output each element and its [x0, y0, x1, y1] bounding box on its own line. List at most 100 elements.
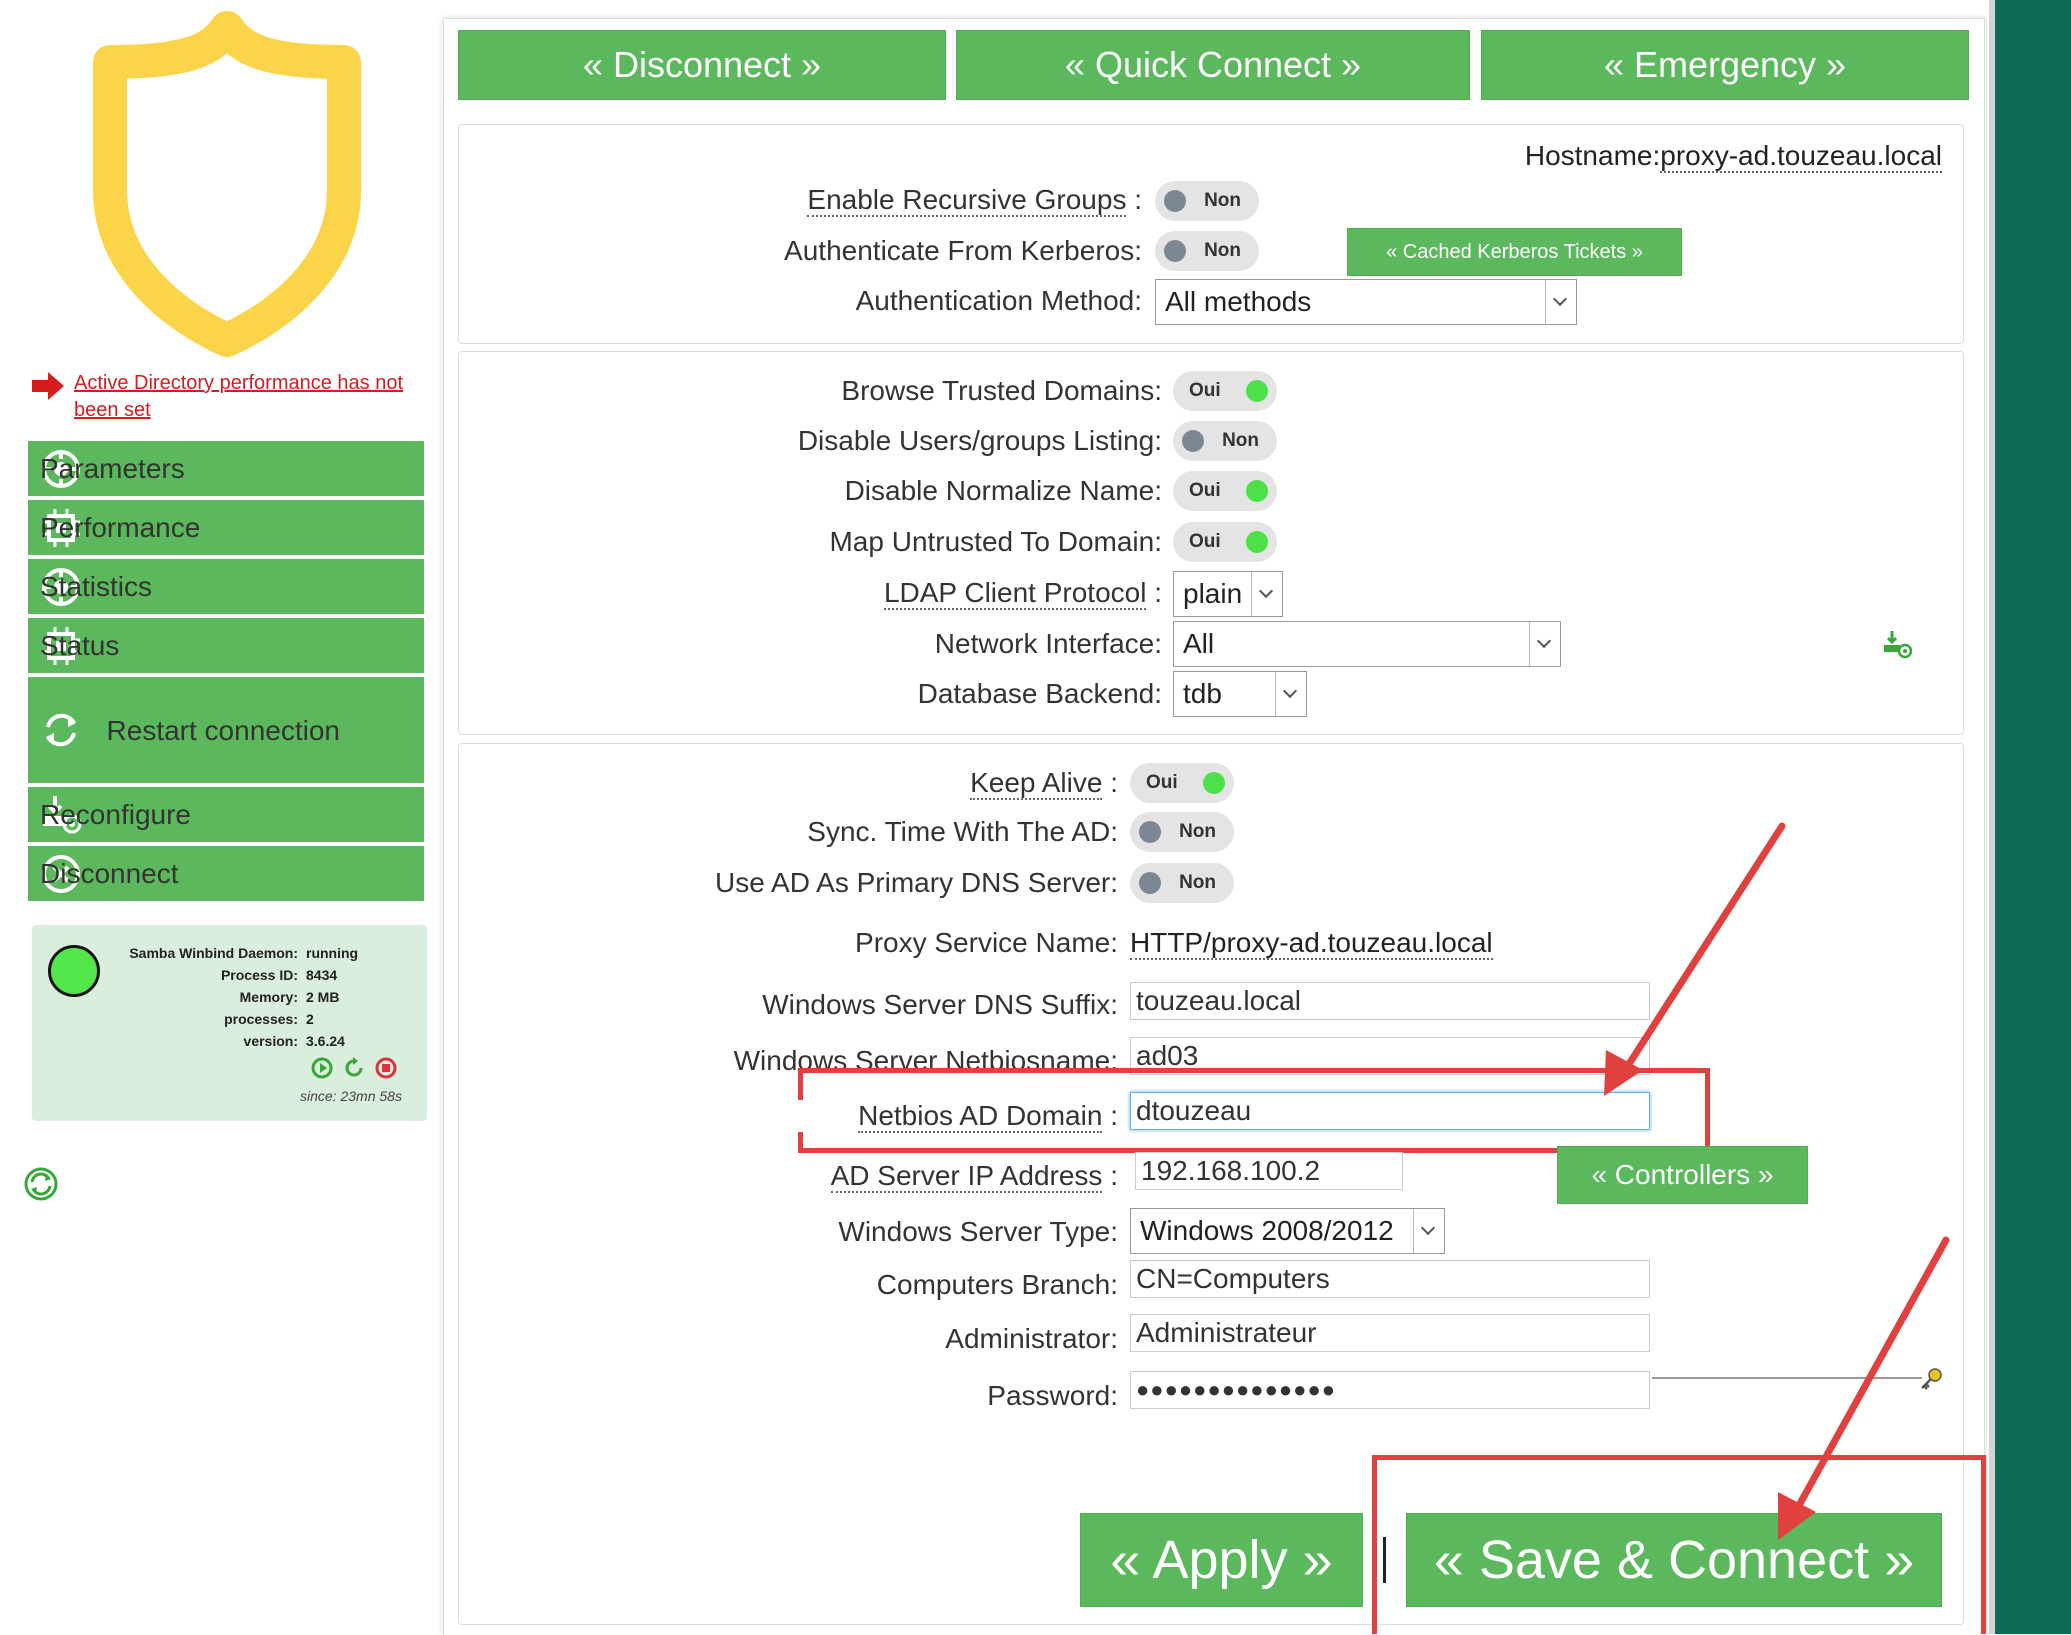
status-daemon-value: running — [306, 945, 359, 961]
disconnect-button[interactable]: « Disconnect » — [458, 30, 946, 100]
auth-method-value: All methods — [1165, 286, 1312, 317]
hostname-label: Hostname: — [1524, 140, 1661, 171]
map-untrusted-label: Map Untrusted To Domain: — [829, 526, 1162, 557]
toggle-label: Non — [1222, 430, 1259, 451]
status-daemon-label: Samba Winbind Daemon: — [129, 945, 298, 961]
browse-trusted-label: Browse Trusted Domains: — [841, 375, 1162, 406]
auth-method-select[interactable]: All methods — [1155, 279, 1577, 325]
status-values: running 8434 2 MB 2 3.6.24 — [306, 945, 416, 1055]
auth-kerberos-toggle[interactable]: Non — [1155, 231, 1259, 271]
warning-arrow-icon — [32, 372, 64, 400]
toggle-knob — [1182, 430, 1204, 452]
toggle-knob — [1246, 531, 1268, 553]
toggle-knob — [1139, 872, 1161, 894]
disable-listing-toggle[interactable]: Non — [1173, 421, 1277, 461]
status-pid-label: Process ID: — [220, 967, 298, 983]
warning-link[interactable]: Active Directory performance has not bee… — [74, 370, 404, 424]
ad-ip-label: AD Server IP Address : — [830, 1160, 1118, 1193]
shield-logo-icon — [93, 11, 361, 357]
toggle-label: Non — [1204, 190, 1241, 211]
uptime-text: since: 23mn 58s — [300, 1088, 402, 1104]
cached-kerberos-tickets-button[interactable]: « Cached Kerberos Tickets » — [1347, 228, 1682, 276]
netbios-domain-input[interactable]: dtouzeau — [1130, 1092, 1650, 1130]
network-interface-select[interactable]: All — [1173, 621, 1561, 667]
sidebar-item-label: Status — [40, 630, 120, 661]
toggle-knob — [1246, 380, 1268, 402]
toggle-label: Oui — [1189, 380, 1221, 401]
browse-trusted-toggle[interactable]: Oui — [1173, 371, 1277, 411]
sidebar-item-disconnect[interactable]: Disconnect — [28, 846, 424, 901]
sidebar-item-performance[interactable]: Performance — [28, 500, 424, 555]
computers-branch-label: Computers Branch: — [876, 1269, 1118, 1300]
status-led — [48, 945, 100, 997]
primary-dns-toggle[interactable]: Non — [1130, 863, 1234, 903]
recursive-groups-label: Enable Recursive Groups : — [807, 184, 1142, 217]
db-backend-select[interactable]: tdb — [1173, 671, 1307, 717]
sidebar-item-status[interactable]: Status — [28, 618, 424, 673]
sync-icon[interactable] — [22, 1165, 60, 1203]
sync-time-toggle[interactable]: Non — [1130, 812, 1234, 852]
toggle-knob — [1246, 480, 1268, 502]
stop-icon[interactable] — [374, 1056, 398, 1080]
admin-input[interactable]: Administrateur — [1130, 1314, 1650, 1352]
keep-alive-toggle[interactable]: Oui — [1130, 763, 1234, 803]
primary-dns-label: Use AD As Primary DNS Server: — [715, 867, 1118, 898]
password-strength-line — [1652, 1377, 1922, 1379]
network-interface-label: Network Interface: — [934, 628, 1162, 659]
ldap-protocol-select[interactable]: plain — [1173, 571, 1283, 617]
hostname-value: proxy-ad.touzeau.local — [1660, 140, 1942, 173]
db-backend-label: Database Backend: — [917, 678, 1162, 709]
auth-kerberos-label: Authenticate From Kerberos: — [784, 235, 1142, 266]
status-processes-label: processes: — [224, 1011, 298, 1027]
sidebar-item-statistics[interactable]: Statistics — [28, 559, 424, 614]
annotation-highlight-box — [1372, 1455, 1986, 1634]
sidebar-item-reconfigure[interactable]: Reconfigure — [28, 787, 424, 842]
sidebar-item-label: Reconfigure — [40, 799, 191, 830]
apply-button[interactable]: « Apply » — [1080, 1513, 1363, 1607]
ldap-protocol-label: LDAP Client Protocol : — [883, 577, 1162, 610]
chevron-down-icon — [1275, 672, 1306, 716]
emergency-button[interactable]: « Emergency » — [1481, 30, 1969, 100]
server-type-select[interactable]: Windows 2008/2012 — [1130, 1208, 1445, 1254]
disable-normalize-label: Disable Normalize Name: — [844, 475, 1162, 506]
recursive-groups-toggle[interactable]: Non — [1155, 181, 1259, 221]
chevron-down-icon — [1413, 1209, 1444, 1253]
password-input[interactable]: ●●●●●●●●●●●●●● — [1130, 1371, 1650, 1409]
chevron-down-icon — [1545, 280, 1576, 324]
quick-connect-button[interactable]: « Quick Connect » — [956, 30, 1470, 100]
computers-branch-input[interactable]: CN=Computers — [1130, 1260, 1650, 1298]
chevron-down-icon — [1529, 622, 1560, 666]
admin-label: Administrator: — [945, 1323, 1118, 1354]
sidebar-item-label: Disconnect — [40, 858, 179, 889]
background-strip — [1995, 0, 2071, 1634]
status-pid-value: 8434 — [306, 967, 338, 983]
toggle-label: Oui — [1189, 480, 1221, 501]
disable-normalize-toggle[interactable]: Oui — [1173, 471, 1277, 511]
proxy-service-value: HTTP/proxy-ad.touzeau.local — [1130, 927, 1493, 960]
db-backend-value: tdb — [1183, 678, 1222, 709]
sidebar-item-parameters[interactable]: Parameters — [28, 441, 424, 496]
hostname: Hostname:proxy-ad.touzeau.local — [1300, 140, 1942, 173]
sidebar-item-label: Restart connection — [106, 714, 340, 746]
password-label: Password: — [987, 1380, 1118, 1411]
status-memory-label: Memory: — [239, 989, 298, 1005]
key-icon[interactable] — [1918, 1366, 1944, 1392]
restart-icon[interactable] — [342, 1056, 366, 1080]
toggle-knob — [1164, 240, 1186, 262]
status-processes-value: 2 — [306, 1011, 314, 1027]
dns-suffix-input[interactable]: touzeau.local — [1130, 982, 1650, 1020]
map-untrusted-toggle[interactable]: Oui — [1173, 522, 1277, 562]
sidebar-item-restart-connection[interactable]: Restart connection — [28, 677, 424, 783]
controllers-button[interactable]: « Controllers » — [1557, 1146, 1808, 1204]
install-icon[interactable] — [1882, 630, 1912, 660]
toggle-knob — [1203, 772, 1225, 794]
toggle-knob — [1139, 821, 1161, 843]
server-type-label: Windows Server Type: — [838, 1216, 1118, 1247]
server-type-value: Windows 2008/2012 — [1140, 1215, 1394, 1246]
sidebar-item-label: Performance — [40, 512, 201, 543]
start-icon[interactable] — [310, 1056, 334, 1080]
toggle-knob — [1164, 190, 1186, 212]
ldap-protocol-value: plain — [1183, 578, 1243, 609]
status-version-label: version: — [243, 1033, 298, 1049]
ad-ip-input[interactable]: 192.168.100.2 — [1135, 1152, 1403, 1190]
